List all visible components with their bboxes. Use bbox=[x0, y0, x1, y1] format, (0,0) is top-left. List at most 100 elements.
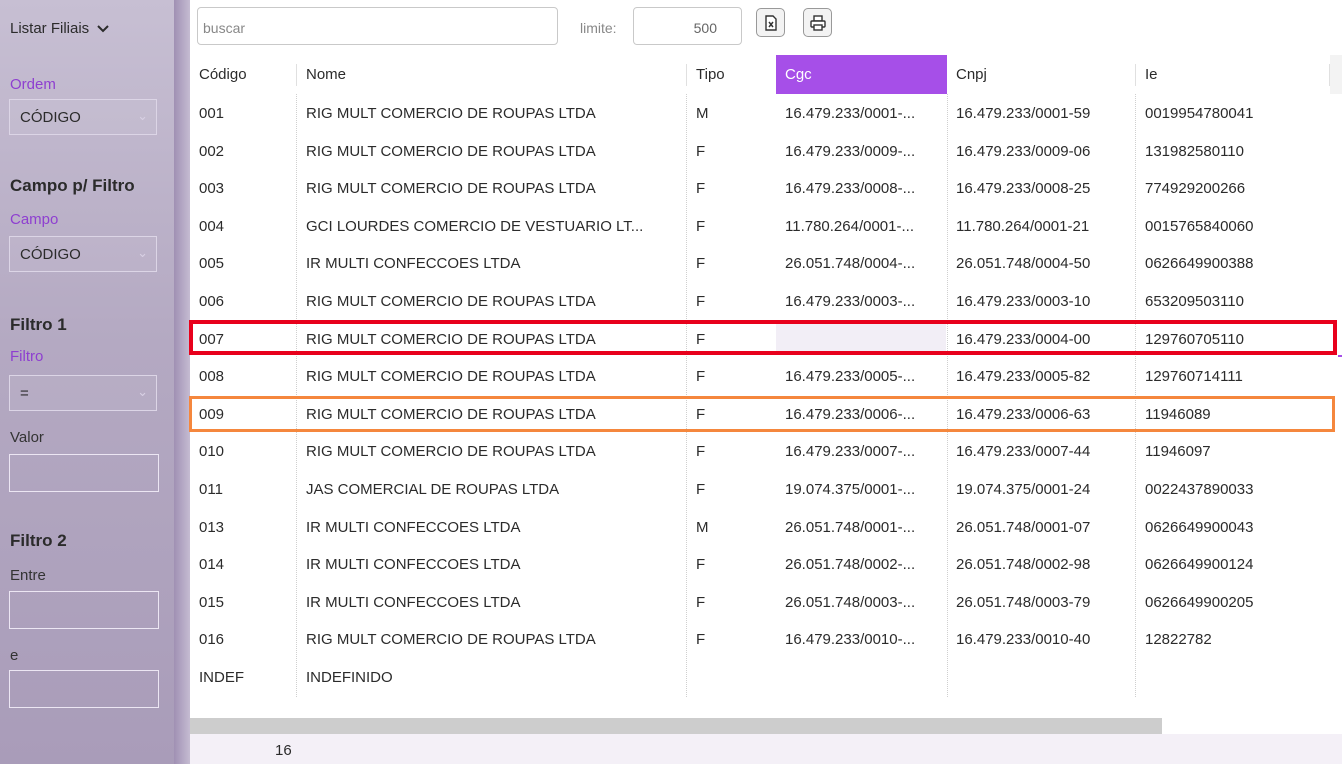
table-row[interactable]: 003 RIG MULT COMERCIO DE ROUPAS LTDA F 16.4… bbox=[190, 169, 1342, 207]
print-button[interactable] bbox=[803, 8, 832, 37]
cell-cnpj[interactable]: 26.051.748/0004-50 bbox=[947, 244, 1136, 282]
cell-codigo[interactable]: 006 bbox=[190, 282, 297, 320]
cell-cnpj[interactable]: 16.479.233/0001-59 bbox=[947, 94, 1136, 132]
cell-cnpj[interactable]: 16.479.233/0008-25 bbox=[947, 169, 1136, 207]
table-row[interactable]: 014 IR MULTI CONFECCOES LTDA F 26.051.748/0… bbox=[190, 545, 1342, 583]
column-header-nome[interactable]: Nome bbox=[297, 55, 687, 94]
cell-cnpj[interactable]: 26.051.748/0001-07 bbox=[947, 508, 1136, 546]
cell-nome[interactable]: RIG MULT COMERCIO DE ROUPAS LTDA bbox=[297, 357, 687, 395]
cell-codigo[interactable]: 011 bbox=[190, 470, 297, 508]
cell-tipo[interactable]: F bbox=[687, 282, 776, 320]
cell-cgc[interactable]: 16.479.233/0008-... bbox=[776, 169, 947, 207]
table-row[interactable]: 002 RIG MULT COMERCIO DE ROUPAS LTDA F 16.4… bbox=[190, 132, 1342, 170]
table-row[interactable]: 001 RIG MULT COMERCIO DE ROUPAS LTDA M 16.4… bbox=[190, 94, 1342, 132]
cell-tipo[interactable]: M bbox=[687, 94, 776, 132]
cell-nome[interactable]: IR MULTI CONFECCOES LTDA bbox=[297, 583, 687, 621]
cell-cnpj[interactable]: 19.074.375/0001-24 bbox=[947, 470, 1136, 508]
cell-codigo[interactable]: 002 bbox=[190, 132, 297, 170]
filtro-operator-select[interactable]: = ⌄ bbox=[9, 375, 157, 411]
cell-codigo[interactable]: 013 bbox=[190, 508, 297, 546]
cell-cgc[interactable]: 26.051.748/0002-... bbox=[776, 545, 947, 583]
cell-cgc[interactable]: 19.074.375/0001-... bbox=[776, 470, 947, 508]
cell-nome[interactable]: INDEFINIDO bbox=[297, 658, 687, 696]
cell-codigo[interactable]: 005 bbox=[190, 244, 297, 282]
cell-nome[interactable]: IR MULTI CONFECCOES LTDA bbox=[297, 545, 687, 583]
cell-codigo[interactable]: 016 bbox=[190, 620, 297, 658]
valor-input[interactable] bbox=[9, 454, 159, 492]
table-row[interactable]: 005 IR MULTI CONFECCOES LTDA F 26.051.748/0… bbox=[190, 244, 1342, 282]
cell-nome[interactable]: RIG MULT COMERCIO DE ROUPAS LTDA bbox=[297, 132, 687, 170]
cell-tipo[interactable]: F bbox=[687, 545, 776, 583]
cell-tipo[interactable]: F bbox=[687, 169, 776, 207]
table-row[interactable]: 008 RIG MULT COMERCIO DE ROUPAS LTDA F 16.4… bbox=[190, 357, 1342, 395]
table-row[interactable]: 010 RIG MULT COMERCIO DE ROUPAS LTDA F 16.4… bbox=[190, 432, 1342, 470]
cell-ie[interactable]: 11946097 bbox=[1136, 432, 1330, 470]
table-row[interactable]: 004 GCI LOURDES COMERCIO DE VESTUARIO LT.… bbox=[190, 207, 1342, 245]
e-input[interactable] bbox=[9, 670, 159, 708]
cell-ie[interactable]: 0019954780041 bbox=[1136, 94, 1330, 132]
list-branches-menu[interactable]: Listar Filiais bbox=[10, 20, 110, 37]
cell-ie[interactable]: 0626649900124 bbox=[1136, 545, 1330, 583]
cell-cnpj[interactable]: 16.479.233/0007-44 bbox=[947, 432, 1136, 470]
column-header-ie[interactable]: Ie bbox=[1136, 55, 1330, 94]
cell-ie[interactable] bbox=[1136, 658, 1330, 696]
horizontal-scrollbar[interactable] bbox=[190, 718, 1162, 734]
cell-codigo[interactable]: 010 bbox=[190, 432, 297, 470]
cell-cnpj[interactable]: 16.479.233/0003-10 bbox=[947, 282, 1136, 320]
cell-codigo[interactable]: 004 bbox=[190, 207, 297, 245]
campo-select[interactable]: CÓDIGO ⌄ bbox=[9, 236, 157, 272]
cell-ie[interactable]: 0022437890033 bbox=[1136, 470, 1330, 508]
cell-ie[interactable]: 129760714111 bbox=[1136, 357, 1330, 395]
cell-ie[interactable]: 0626649900043 bbox=[1136, 508, 1330, 546]
cell-tipo[interactable]: F bbox=[687, 132, 776, 170]
cell-tipo[interactable]: F bbox=[687, 207, 776, 245]
cell-cnpj[interactable]: 16.479.233/0005-82 bbox=[947, 357, 1136, 395]
cell-nome[interactable]: RIG MULT COMERCIO DE ROUPAS LTDA bbox=[297, 169, 687, 207]
cell-cgc[interactable] bbox=[776, 658, 947, 696]
column-header-cnpj[interactable]: Cnpj bbox=[947, 55, 1136, 94]
cell-cgc[interactable]: 16.479.233/0005-... bbox=[776, 357, 947, 395]
vertical-scrollbar[interactable] bbox=[1330, 55, 1342, 94]
cell-cnpj[interactable]: 26.051.748/0002-98 bbox=[947, 545, 1136, 583]
limit-input[interactable]: 500 bbox=[633, 7, 742, 45]
cell-ie[interactable]: 0626649900205 bbox=[1136, 583, 1330, 621]
cell-nome[interactable]: IR MULTI CONFECCOES LTDA bbox=[297, 244, 687, 282]
cell-codigo[interactable]: INDEF bbox=[190, 658, 297, 696]
table-row[interactable]: 016 RIG MULT COMERCIO DE ROUPAS LTDA F 16.4… bbox=[190, 620, 1342, 658]
cell-tipo[interactable]: F bbox=[687, 470, 776, 508]
table-row[interactable]: 015 IR MULTI CONFECCOES LTDA F 26.051.748/0… bbox=[190, 583, 1342, 621]
cell-nome[interactable]: RIG MULT COMERCIO DE ROUPAS LTDA bbox=[297, 432, 687, 470]
cell-ie[interactable]: 0626649900388 bbox=[1136, 244, 1330, 282]
table-row[interactable]: 006 RIG MULT COMERCIO DE ROUPAS LTDA F 16.4… bbox=[190, 282, 1342, 320]
cell-cgc[interactable]: 16.479.233/0001-... bbox=[776, 94, 947, 132]
column-header-codigo[interactable]: Código bbox=[190, 55, 297, 94]
cell-codigo[interactable]: 014 bbox=[190, 545, 297, 583]
cell-tipo[interactable]: M bbox=[687, 508, 776, 546]
cell-nome[interactable]: IR MULTI CONFECCOES LTDA bbox=[297, 508, 687, 546]
cell-cgc[interactable]: 26.051.748/0004-... bbox=[776, 244, 947, 282]
search-input[interactable]: buscar bbox=[197, 7, 558, 45]
cell-cnpj[interactable]: 16.479.233/0010-40 bbox=[947, 620, 1136, 658]
cell-cnpj[interactable]: 11.780.264/0001-21 bbox=[947, 207, 1136, 245]
ordem-select[interactable]: CÓDIGO ⌄ bbox=[9, 99, 157, 135]
cell-nome[interactable]: GCI LOURDES COMERCIO DE VESTUARIO LT... bbox=[297, 207, 687, 245]
cell-cgc[interactable]: 16.479.233/0007-... bbox=[776, 432, 947, 470]
cell-cgc[interactable]: 26.051.748/0003-... bbox=[776, 583, 947, 621]
cell-cnpj[interactable]: 26.051.748/0003-79 bbox=[947, 583, 1136, 621]
cell-cgc[interactable]: 11.780.264/0001-... bbox=[776, 207, 947, 245]
column-header-tipo[interactable]: Tipo bbox=[687, 55, 776, 94]
table-row[interactable]: 011 JAS COMERCIAL DE ROUPAS LTDA F 19.074.3… bbox=[190, 470, 1342, 508]
cell-tipo[interactable]: F bbox=[687, 432, 776, 470]
cell-tipo[interactable] bbox=[687, 658, 776, 696]
cell-codigo[interactable]: 003 bbox=[190, 169, 297, 207]
cell-cnpj[interactable] bbox=[947, 658, 1136, 696]
cell-codigo[interactable]: 015 bbox=[190, 583, 297, 621]
cell-tipo[interactable]: F bbox=[687, 244, 776, 282]
cell-cgc[interactable]: 16.479.233/0003-... bbox=[776, 282, 947, 320]
cell-nome[interactable]: JAS COMERCIAL DE ROUPAS LTDA bbox=[297, 470, 687, 508]
cell-cgc[interactable]: 16.479.233/0009-... bbox=[776, 132, 947, 170]
cell-cnpj[interactable]: 16.479.233/0009-06 bbox=[947, 132, 1136, 170]
cell-ie[interactable]: 653209503110 bbox=[1136, 282, 1330, 320]
cell-codigo[interactable]: 001 bbox=[190, 94, 297, 132]
cell-cgc[interactable]: 16.479.233/0010-... bbox=[776, 620, 947, 658]
